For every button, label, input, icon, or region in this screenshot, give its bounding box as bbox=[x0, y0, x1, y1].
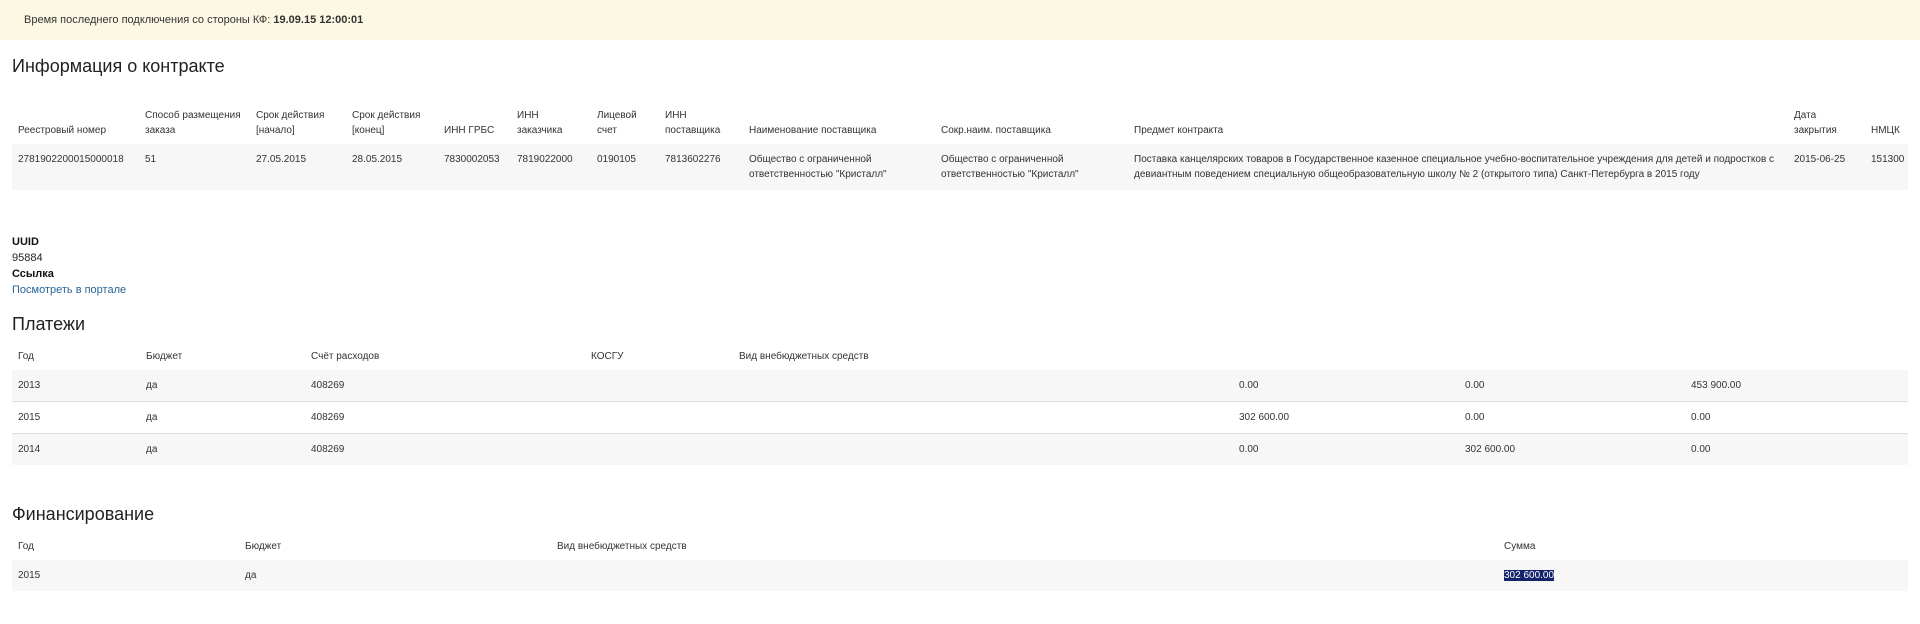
contract-section-title: Информация о контракте bbox=[12, 56, 225, 76]
header-kosgu: КОСГУ bbox=[591, 351, 624, 362]
header-amount-2 bbox=[1459, 348, 1685, 370]
cell-year: 2015 bbox=[12, 401, 140, 434]
header-close-date: Дата закрытия bbox=[1794, 110, 1837, 136]
header-contract-subject: Предмет контракта bbox=[1134, 125, 1224, 136]
cell-placement-method: 51 bbox=[139, 144, 250, 190]
header-extra-budget-type: Вид внебюджетных средств bbox=[557, 541, 687, 552]
connection-banner: Время последнего подключения со стороны … bbox=[0, 0, 1920, 40]
cell-kosgu bbox=[585, 401, 733, 434]
cell-budget: да bbox=[140, 370, 305, 402]
selected-sum-text: 302 600.00 bbox=[1504, 570, 1555, 581]
cell-inn-supplier: 7813602276 bbox=[659, 144, 743, 190]
financing-section-title: Финансирование bbox=[12, 504, 155, 524]
cell-amount-3: 453 900.00 bbox=[1685, 370, 1908, 402]
cell-extra-budget-type bbox=[733, 433, 1233, 465]
header-amount-3 bbox=[1685, 348, 1908, 370]
cell-contract-subject: Поставка канцелярских товаров в Государс… bbox=[1128, 144, 1788, 190]
cell-expense-account: 408269 bbox=[305, 433, 585, 465]
header-sum: Сумма bbox=[1504, 541, 1536, 552]
cell-amount-1: 0.00 bbox=[1233, 370, 1459, 402]
header-expense-account: Счёт расходов bbox=[311, 351, 380, 362]
header-term-start: Срок действия [начало] bbox=[256, 110, 325, 136]
header-placement-method: Способ размещения заказа bbox=[145, 110, 241, 136]
header-inn-supplier: ИНН поставщика bbox=[665, 110, 721, 136]
payments-header-row: Год Бюджет Счёт расходов КОСГУ Вид внебю… bbox=[12, 348, 1908, 370]
header-nmck: НМЦК bbox=[1871, 125, 1900, 136]
cell-amount-2: 0.00 bbox=[1459, 370, 1685, 402]
header-extra-budget-type: Вид внебюджетных средств bbox=[739, 351, 869, 362]
cell-amount-3: 0.00 bbox=[1685, 401, 1908, 434]
cell-term-end: 28.05.2015 bbox=[346, 144, 438, 190]
header-budget: Бюджет bbox=[245, 541, 282, 552]
header-account: Лицевой счет bbox=[597, 110, 637, 136]
cell-budget: да bbox=[239, 560, 551, 591]
payments-table: Год Бюджет Счёт расходов КОСГУ Вид внебю… bbox=[12, 348, 1908, 465]
banner-prefix: Время последнего подключения со стороны … bbox=[24, 14, 271, 26]
cell-sum: 302 600.00 bbox=[1498, 560, 1908, 591]
cell-close-date: 2015-06-25 bbox=[1788, 144, 1865, 190]
view-in-portal-link[interactable]: Посмотреть в портале bbox=[12, 284, 126, 296]
header-supplier-short-name: Сокр.наим. поставщика bbox=[941, 125, 1051, 136]
header-year: Год bbox=[18, 541, 34, 552]
header-supplier-name: Наименование поставщика bbox=[749, 125, 877, 136]
cell-registry-number: 2781902200015000018 bbox=[12, 144, 139, 190]
cell-amount-1: 302 600.00 bbox=[1233, 401, 1459, 434]
financing-table: Год Бюджет Вид внебюджетных средств Сумм… bbox=[12, 538, 1908, 591]
cell-expense-account: 408269 bbox=[305, 370, 585, 402]
header-inn-customer: ИНН заказчика bbox=[517, 110, 563, 136]
cell-budget: да bbox=[140, 401, 305, 434]
contract-table: Реестровый номер Способ размещения заказ… bbox=[12, 90, 1908, 190]
cell-budget: да bbox=[140, 433, 305, 465]
cell-expense-account: 408269 bbox=[305, 401, 585, 434]
table-row: 2014 да 408269 0.00 302 600.00 0.00 bbox=[12, 433, 1908, 465]
table-row: 2015 да 302 600.00 bbox=[12, 560, 1908, 591]
cell-extra-budget-type bbox=[733, 370, 1233, 402]
cell-account: 0190105 bbox=[591, 144, 659, 190]
contract-meta: UUID 95884 Ссылка Посмотреть в портале bbox=[12, 234, 126, 298]
uuid-value: 95884 bbox=[12, 252, 43, 264]
cell-term-start: 27.05.2015 bbox=[250, 144, 346, 190]
banner-datetime: 19.09.15 12:00:01 bbox=[273, 14, 364, 26]
header-budget: Бюджет bbox=[146, 351, 183, 362]
table-row: 2781902200015000018 51 27.05.2015 28.05.… bbox=[12, 144, 1908, 190]
cell-kosgu bbox=[585, 433, 733, 465]
cell-extra-budget-type bbox=[551, 560, 1498, 591]
cell-year: 2013 bbox=[12, 370, 140, 402]
header-registry-number: Реестровый номер bbox=[18, 125, 107, 136]
cell-extra-budget-type bbox=[733, 401, 1233, 434]
financing-header-row: Год Бюджет Вид внебюджетных средств Сумм… bbox=[12, 538, 1908, 560]
page: Время последнего подключения со стороны … bbox=[0, 0, 1920, 624]
table-row: 2015 да 408269 302 600.00 0.00 0.00 bbox=[12, 401, 1908, 434]
payments-section-title: Платежи bbox=[12, 314, 86, 334]
header-inn-grbs: ИНН ГРБС bbox=[444, 125, 495, 136]
link-label: Ссылка bbox=[12, 268, 54, 280]
cell-year: 2014 bbox=[12, 433, 140, 465]
cell-inn-grbs: 7830002053 bbox=[438, 144, 511, 190]
header-year: Год bbox=[18, 351, 34, 362]
cell-kosgu bbox=[585, 370, 733, 402]
header-term-end: Срок действия [конец] bbox=[352, 110, 421, 136]
cell-supplier-short-name: Общество с ограниченной ответственностью… bbox=[935, 144, 1128, 190]
cell-inn-customer: 7819022000 bbox=[511, 144, 591, 190]
table-row: 2013 да 408269 0.00 0.00 453 900.00 bbox=[12, 370, 1908, 402]
header-amount-1 bbox=[1233, 348, 1459, 370]
cell-supplier-name: Общество с ограниченной ответственностью… bbox=[743, 144, 935, 190]
cell-amount-1: 0.00 bbox=[1233, 433, 1459, 465]
cell-amount-2: 0.00 bbox=[1459, 401, 1685, 434]
cell-nmck: 151300 bbox=[1865, 144, 1908, 190]
uuid-label: UUID bbox=[12, 236, 39, 248]
cell-year: 2015 bbox=[12, 560, 239, 591]
cell-amount-2: 302 600.00 bbox=[1459, 433, 1685, 465]
contract-header-row: Реестровый номер Способ размещения заказ… bbox=[12, 90, 1908, 144]
cell-amount-3: 0.00 bbox=[1685, 433, 1908, 465]
